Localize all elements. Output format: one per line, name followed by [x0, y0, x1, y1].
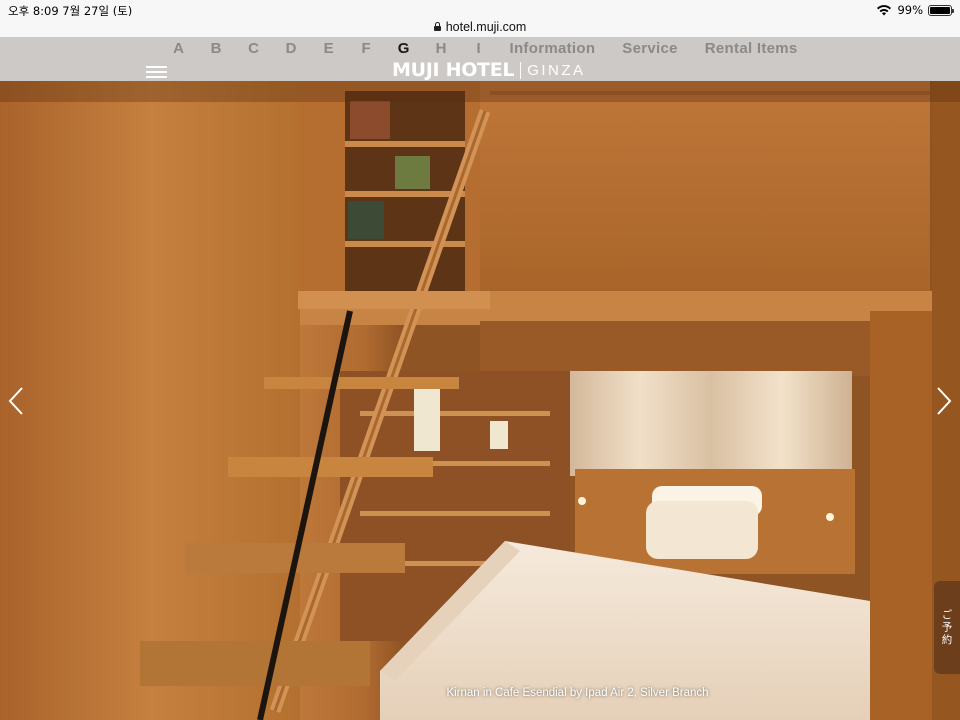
reservation-label: ご予約: [940, 608, 953, 647]
brand-divider: [520, 61, 522, 79]
nav-letter-f[interactable]: F: [348, 40, 386, 57]
status-right: 99%: [876, 3, 954, 17]
hero-image: [0, 81, 960, 720]
nav-letter-c[interactable]: C: [235, 40, 273, 57]
url-text[interactable]: hotel.muji.com: [446, 20, 527, 34]
battery-percent: 99%: [897, 3, 923, 17]
nav-letter-b[interactable]: B: [198, 40, 236, 57]
nav-letter-h[interactable]: H: [423, 40, 461, 57]
photo-caption: Kirnan in Cafe Esendial by Ipad Air 2, S…: [446, 687, 709, 699]
hamburger-menu-icon[interactable]: [146, 66, 167, 78]
nav-letter-i[interactable]: I: [460, 40, 498, 57]
nav-link-information[interactable]: Information: [510, 40, 596, 57]
room-illustration: [0, 81, 960, 720]
chevron-right-icon[interactable]: [932, 386, 954, 416]
nav-letter-a[interactable]: A: [160, 40, 198, 57]
brand-location: GINZA: [527, 61, 586, 79]
battery-icon: [928, 4, 954, 16]
address-bar[interactable]: hotel.muji.com: [0, 16, 960, 37]
site-header: A B C D E F G H I Information Service Rental Items …: [0, 37, 960, 81]
brand-logo[interactable]: MUJI HOTEL GINZA: [392, 59, 586, 81]
floor-nav: A B C D E F G H I Information Service Rental Items: [160, 40, 813, 57]
chevron-left-icon[interactable]: [6, 386, 28, 416]
nav-link-service[interactable]: Service: [622, 40, 677, 57]
hero-top-shade: [0, 81, 960, 102]
nav-letter-d[interactable]: D: [273, 40, 311, 57]
reservation-button[interactable]: ご予約: [934, 581, 960, 674]
nav-letter-g[interactable]: G: [385, 40, 423, 57]
wifi-icon: [877, 5, 892, 16]
nav-letter-e[interactable]: E: [310, 40, 348, 57]
battery-level: [930, 6, 950, 14]
lock-icon: [433, 22, 441, 31]
brand-name: MUJI HOTEL: [392, 59, 515, 81]
nav-link-rental-items[interactable]: Rental Items: [705, 40, 798, 57]
